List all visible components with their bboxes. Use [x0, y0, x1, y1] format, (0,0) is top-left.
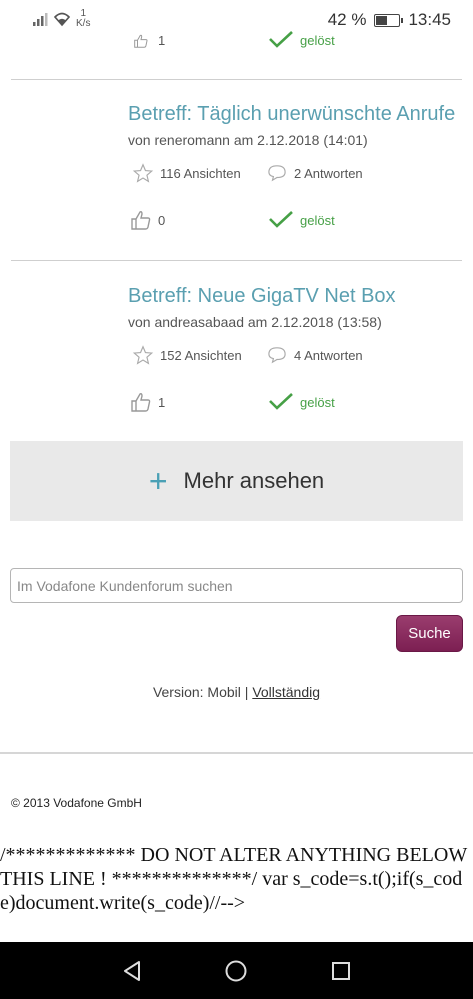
star-icon — [132, 163, 154, 183]
version-label: Version: Mobil | — [152, 684, 249, 700]
post-meta: von reneromann am 2.12.2018 (14:01) — [128, 132, 368, 148]
system-navigation-bar — [0, 942, 473, 999]
replies-count: 2 Antworten — [294, 165, 363, 181]
post-divider — [11, 260, 462, 261]
replies-stat: 2 Antworten — [266, 164, 363, 182]
kudos-stat[interactable]: 0 — [130, 210, 165, 230]
back-button[interactable] — [102, 942, 162, 999]
views-count: 152 Ansichten — [160, 348, 242, 363]
home-button[interactable] — [206, 942, 266, 999]
battery-icon — [374, 13, 404, 27]
replies-count: 4 Antworten — [294, 347, 363, 363]
battery-percent: 42 % — [327, 10, 367, 29]
copyright: © 2013 Vodafone GmbH — [11, 796, 142, 810]
star-icon — [132, 345, 154, 365]
replies-stat: 4 Antworten — [266, 346, 363, 364]
speech-bubble-icon — [268, 347, 286, 364]
status-left: 1 K/s — [32, 9, 90, 29]
check-icon — [269, 393, 293, 410]
solved-label: gelöst — [300, 212, 335, 228]
network-speed: 1 K/s — [76, 9, 90, 29]
speech-bubble-icon — [268, 165, 286, 182]
thumbs-up-icon — [134, 34, 148, 48]
thumbs-up-icon — [131, 393, 151, 412]
full-version-link[interactable]: Vollständig — [252, 684, 320, 700]
thumbs-up-icon — [131, 211, 151, 230]
status-bar: 1 K/s 42 % 13:45 — [0, 0, 473, 40]
show-more-button[interactable]: + Mehr ansehen — [10, 441, 463, 521]
recents-button[interactable] — [311, 942, 371, 999]
solved-label: gelöst — [300, 394, 335, 410]
solved-label: gelöst — [300, 32, 335, 48]
wifi-icon — [53, 12, 71, 27]
plus-icon: + — [148, 463, 168, 499]
signal-icon — [33, 13, 48, 26]
views-stat: 152 Ansichten — [132, 345, 242, 366]
back-triangle-icon — [124, 960, 141, 981]
recents-square-icon — [331, 961, 350, 980]
script-leak-text: /************* DO NOT ALTER ANYTHING BEL… — [0, 844, 467, 914]
post-meta: von andreasabaad am 2.12.2018 (13:58) — [128, 314, 382, 330]
home-circle-icon — [225, 960, 247, 981]
search-input[interactable] — [10, 568, 463, 603]
footer-divider — [0, 752, 473, 754]
solved-badge: gelöst — [268, 393, 335, 411]
search-button[interactable]: Suche — [396, 615, 463, 652]
kudos-count: 1 — [158, 33, 166, 48]
check-icon — [269, 31, 293, 48]
check-icon — [269, 211, 293, 228]
kudos-stat[interactable]: 1 — [130, 392, 165, 412]
solved-badge: gelöst — [268, 211, 335, 229]
views-stat: 116 Ansichten — [132, 163, 241, 184]
post-title-link[interactable]: Betreff: Neue GigaTV Net Box — [128, 285, 396, 308]
network-speed-unit: K/s — [76, 18, 91, 29]
kudos-stat[interactable]: 1 — [130, 33, 165, 48]
views-count: 116 Ansichten — [160, 166, 241, 181]
kudos-count: 0 — [158, 212, 166, 228]
status-right: 42 % 13:45 — [328, 10, 451, 30]
solved-badge: gelöst — [268, 31, 335, 49]
battery-level — [376, 15, 387, 25]
post-title-link[interactable]: Betreff: Täglich unerwünschte Anrufe — [128, 103, 455, 126]
kudos-count: 1 — [158, 394, 166, 410]
clock: 13:45 — [408, 10, 451, 29]
version-switch: Version: Mobil | Vollständig — [0, 684, 473, 700]
show-more-label: Mehr ansehen — [183, 468, 325, 493]
post-divider — [11, 79, 462, 80]
